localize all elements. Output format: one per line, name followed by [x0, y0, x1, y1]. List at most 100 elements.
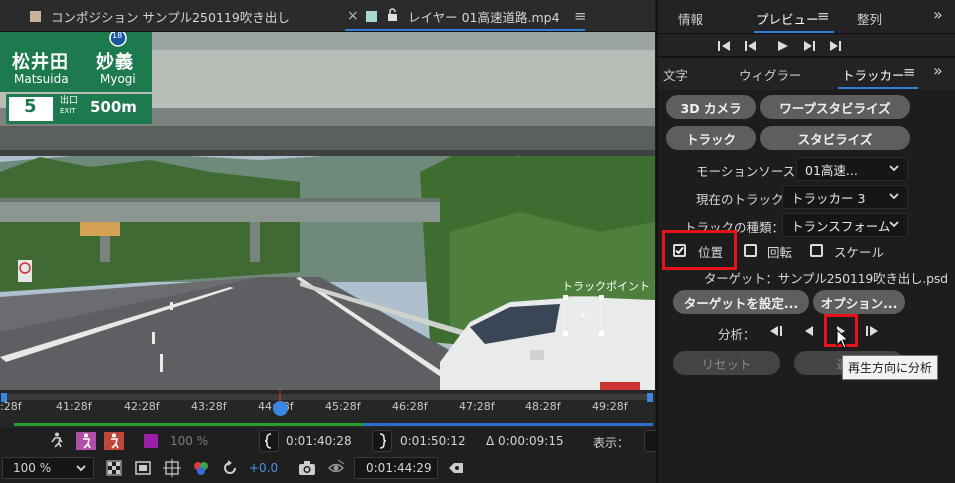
active-tab-indicator: [754, 31, 834, 33]
close-icon[interactable]: ×: [347, 0, 359, 32]
current-track-value: トラッカー 3: [791, 190, 866, 206]
sign-city2-jp: 妙義: [96, 52, 134, 73]
tab-wiggler[interactable]: ウィグラー: [739, 65, 802, 84]
tick-label: 48:28f: [525, 400, 561, 413]
analyze-label: 分析：: [718, 327, 756, 342]
tick-label: 45:28f: [325, 400, 361, 413]
tab-info[interactable]: 情報: [678, 9, 703, 28]
tick-label: 46:28f: [392, 400, 428, 413]
tab-composition-label: コンポジション サンプル250119吹き出し: [51, 9, 290, 25]
analyze-1-frame-backward-icon[interactable]: [768, 325, 784, 340]
motion-source-label: モーションソース：: [696, 164, 808, 179]
current-track-dropdown[interactable]: トラッカー 3: [782, 185, 908, 209]
panel-menu-icon[interactable]: ≡: [903, 63, 916, 81]
options-button[interactable]: オプション...: [813, 290, 905, 314]
track-type-value: トランスフォーム: [791, 218, 891, 234]
set-out-point-button[interactable]: [372, 430, 392, 452]
set-in-point-button[interactable]: [259, 430, 279, 452]
sign-distance: 500m: [90, 98, 137, 116]
tab-tracker[interactable]: トラッカー: [842, 65, 905, 84]
tick-label: 47:28f: [459, 400, 495, 413]
more-panels-icon[interactable]: »: [933, 5, 943, 24]
sign-city2-en: Myogi: [100, 72, 136, 86]
view-label: 表示：: [593, 436, 630, 450]
track-motion-button[interactable]: トラック: [666, 126, 756, 150]
panel-menu-icon[interactable]: ≡: [817, 7, 830, 25]
onion-skin-icon[interactable]: [76, 432, 96, 450]
scale-checkbox[interactable]: [810, 244, 823, 257]
transparency-grid-icon[interactable]: [106, 460, 122, 479]
panel-menu-icon[interactable]: ≡: [574, 0, 587, 32]
viewer-tab-bar: コンポジション サンプル250119吹き出し × レイヤー 01高速道路.mp4…: [0, 0, 655, 32]
tick-label: 43:28f: [191, 400, 227, 413]
untracked-range-bar: [363, 423, 653, 426]
chevron-down-icon: [888, 162, 900, 177]
sign-city1-en: Matsuida: [14, 72, 69, 86]
show-snapshot-icon[interactable]: [326, 459, 346, 480]
stabilize-motion-button[interactable]: スタビライズ: [760, 126, 910, 150]
warp-stabilizer-button[interactable]: ワープスタビライズ: [760, 95, 910, 119]
viewer-controls-row: 100 % +0.0 0:01:44:29: [0, 455, 655, 483]
chevron-down-icon: [75, 462, 87, 477]
track-type-dropdown[interactable]: トランスフォーム: [782, 213, 908, 237]
motion-source-value: 01高速...: [805, 162, 858, 178]
tab-preview[interactable]: プレビュー: [756, 9, 819, 28]
sign-exit-jp: 出口: [60, 96, 79, 106]
reset-exposure-icon[interactable]: [221, 459, 239, 480]
analyze-1-frame-forward-icon[interactable]: [864, 325, 880, 340]
flowchart-icon[interactable]: [447, 459, 465, 480]
right-panel: 情報 プレビュー ≡ 整列 » 文字 ウィグラー トラッカー ≡ » 3D カメ…: [656, 0, 955, 483]
set-target-button[interactable]: ターゲットを設定...: [673, 290, 809, 314]
sign-city1-jp: 松井田: [12, 52, 69, 73]
motion-path-icon[interactable]: [50, 432, 64, 451]
mouse-cursor-icon: [836, 328, 850, 352]
tick-label: 49:28f: [592, 400, 628, 413]
tracked-range-bar: [14, 423, 364, 426]
current-time-field[interactable]: 0:01:44:29: [354, 457, 438, 479]
in-point-time[interactable]: 0:01:40:28: [286, 434, 352, 448]
layer-controls-row: 100 % 0:01:40:28 0:01:50:12 Δ 0:00:09:15…: [0, 428, 658, 455]
color-channel-icon[interactable]: [192, 459, 210, 480]
layer-color-chip[interactable]: [144, 434, 158, 448]
lock-icon[interactable]: [387, 8, 398, 24]
after-effects-window: コンポジション サンプル250119吹き出し × レイヤー 01高速道路.mp4…: [0, 0, 955, 483]
guides-grid-icon[interactable]: [163, 459, 181, 480]
chevron-down-icon: [888, 190, 900, 205]
composition-color-swatch: [30, 10, 41, 22]
tab-composition[interactable]: コンポジション サンプル250119吹き出し: [30, 0, 290, 32]
camera-snapshot-icon[interactable]: [298, 460, 316, 479]
camera-3d-button[interactable]: 3D カメラ: [666, 95, 756, 119]
tab-layer-label: レイヤー 01高速道路.mp4: [408, 9, 560, 25]
active-tab-indicator: [345, 29, 585, 31]
current-time-value: 0:01:44:29: [366, 461, 432, 475]
rotation-checkbox-label: 回転: [767, 245, 793, 260]
tab-layer[interactable]: レイヤー 01高速道路.mp4: [366, 0, 560, 32]
sign-route-number: 18: [112, 32, 123, 40]
mask-visibility-icon[interactable]: [135, 460, 151, 479]
sign-exit-en: EXIT: [60, 107, 76, 115]
zoom-value: 100 %: [13, 461, 52, 475]
exposure-value[interactable]: +0.0: [249, 461, 278, 475]
analyze-backward-icon[interactable]: [803, 325, 815, 340]
zoom-dropdown[interactable]: 100 %: [2, 457, 94, 479]
active-tab-indicator: [838, 87, 918, 89]
tab-align[interactable]: 整列: [857, 9, 882, 28]
out-point-time[interactable]: 0:01:50:12: [400, 434, 466, 448]
preview-mode-icon[interactable]: [104, 432, 124, 450]
video-frame[interactable]: 松井田 妙義 18 Matsuida Myogi 5 出口 EXIT 500m …: [0, 32, 655, 390]
playhead-handle[interactable]: [273, 401, 288, 416]
tick-label: 42:28f: [124, 400, 160, 413]
tab-character[interactable]: 文字: [663, 65, 688, 84]
position-highlight: [662, 230, 737, 270]
sign-exit-number: 5: [24, 96, 37, 117]
tracker-tabs: 文字 ウィグラー トラッカー ≡ »: [658, 58, 955, 90]
opacity-value[interactable]: 100 %: [170, 434, 208, 448]
target-label: ターゲット：サンプル250119吹き出し.psd: [704, 271, 948, 286]
duration-time: Δ 0:00:09:15: [486, 434, 564, 448]
motion-source-dropdown[interactable]: 01高速...: [796, 157, 908, 181]
info-preview-tabs: 情報 プレビュー ≡ 整列 »: [658, 0, 955, 34]
more-panels-icon[interactable]: »: [933, 61, 943, 80]
reset-button[interactable]: リセット: [673, 351, 780, 375]
track-point-label: トラックポイント 1: [562, 280, 655, 293]
rotation-checkbox[interactable]: [744, 244, 757, 257]
